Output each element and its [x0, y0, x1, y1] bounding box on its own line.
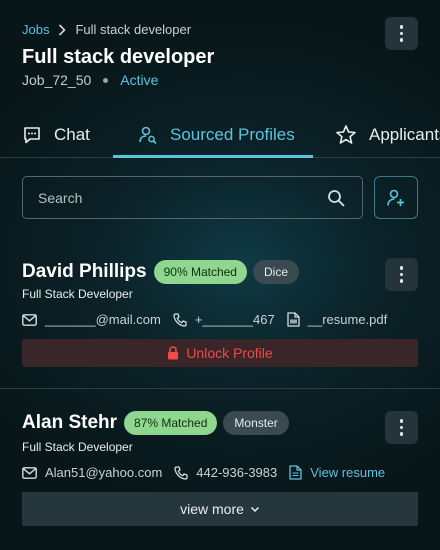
tab-sourced-profiles[interactable]: Sourced Profiles: [138, 112, 295, 158]
separator-dot: [103, 77, 109, 83]
breadcrumb: Jobs Full stack developer: [22, 22, 191, 37]
phone-icon: [173, 312, 195, 327]
add-profile-button[interactable]: [374, 176, 418, 219]
candidate-phone: 442-936-3983: [196, 465, 278, 480]
candidate-name-row: Alan Stehr 87% Matched Monster: [22, 411, 289, 435]
tab-sourced-profiles-label: Sourced Profiles: [170, 125, 295, 144]
breadcrumb-current: Full stack developer: [75, 22, 192, 37]
phone-icon: [174, 465, 196, 480]
job-id: Job_72_50: [22, 72, 92, 88]
search-box: [22, 176, 363, 219]
search-icon[interactable]: [327, 189, 346, 208]
chevron-right-icon: [58, 23, 67, 36]
unlock-profile-button[interactable]: Unlock Profile: [22, 339, 418, 367]
view-resume-link[interactable]: View resume: [310, 465, 385, 480]
job-meta: Job_72_50 Active: [22, 72, 158, 88]
candidate-more-options-button[interactable]: [385, 411, 418, 444]
search-input[interactable]: [38, 189, 308, 206]
card-divider: [0, 388, 440, 389]
mail-icon: [22, 313, 45, 326]
resume-item: __resume.pdf: [287, 312, 388, 327]
candidate-phone: +_______467: [194, 312, 275, 327]
view-more-button[interactable]: view more: [22, 492, 418, 526]
source-badge: Dice: [252, 260, 299, 284]
tab-bar: Chat Sourced Profiles Applicants: [0, 112, 440, 158]
job-status: Active: [120, 72, 159, 88]
view-more-label: view more: [180, 501, 244, 517]
job-header: Jobs Full stack developer Full stack dev…: [0, 0, 440, 158]
email-item: Alan51@yahoo.com: [22, 465, 162, 480]
tab-applicants-label: Applicants: [369, 125, 440, 144]
chevron-down-icon: [244, 506, 260, 513]
page-title: Full stack developer: [22, 46, 215, 68]
kebab-icon: [399, 265, 404, 285]
user-search-icon: [138, 125, 158, 145]
contact-row: _______@mail.com +_______467 __resume.pd…: [22, 312, 399, 327]
kebab-icon: [399, 418, 404, 438]
candidate-name[interactable]: David Phillips: [22, 261, 147, 283]
user-add-icon: [386, 188, 406, 208]
view-resume-item[interactable]: View resume: [289, 465, 385, 480]
match-badge: 90% Matched: [153, 260, 247, 284]
lock-icon: [167, 346, 186, 360]
contact-row: Alan51@yahoo.com 442-936-3983 View resum…: [22, 465, 397, 480]
unlock-profile-label: Unlock Profile: [186, 345, 273, 361]
star-icon: [335, 124, 357, 146]
breadcrumb-jobs-link[interactable]: Jobs: [22, 22, 49, 37]
source-badge: Monster: [223, 411, 289, 435]
kebab-icon: [399, 24, 404, 44]
file-icon: [289, 465, 310, 480]
job-more-options-button[interactable]: [385, 17, 418, 50]
tab-applicants[interactable]: Applicants: [335, 112, 440, 158]
candidate-email: _______@mail.com: [45, 312, 161, 327]
match-badge: 87% Matched: [124, 411, 218, 435]
candidate-resume: __resume.pdf: [307, 312, 388, 327]
active-tab-indicator: [113, 155, 313, 158]
candidate-title: Full Stack Developer: [22, 440, 133, 454]
mail-icon: [22, 466, 45, 479]
candidate-name-row: David Phillips 90% Matched Dice: [22, 260, 299, 284]
email-item: _______@mail.com: [22, 312, 161, 327]
phone-item: 442-936-3983: [174, 465, 277, 480]
pdf-file-icon: [287, 312, 308, 327]
candidate-email: Alan51@yahoo.com: [45, 465, 163, 480]
candidate-more-options-button[interactable]: [385, 258, 418, 291]
tab-chat[interactable]: Chat: [22, 112, 90, 158]
phone-item: +_______467: [173, 312, 275, 327]
tab-chat-label: Chat: [54, 125, 90, 144]
candidate-name[interactable]: Alan Stehr: [22, 412, 117, 434]
candidate-title: Full Stack Developer: [22, 287, 133, 301]
chat-icon: [22, 125, 42, 145]
